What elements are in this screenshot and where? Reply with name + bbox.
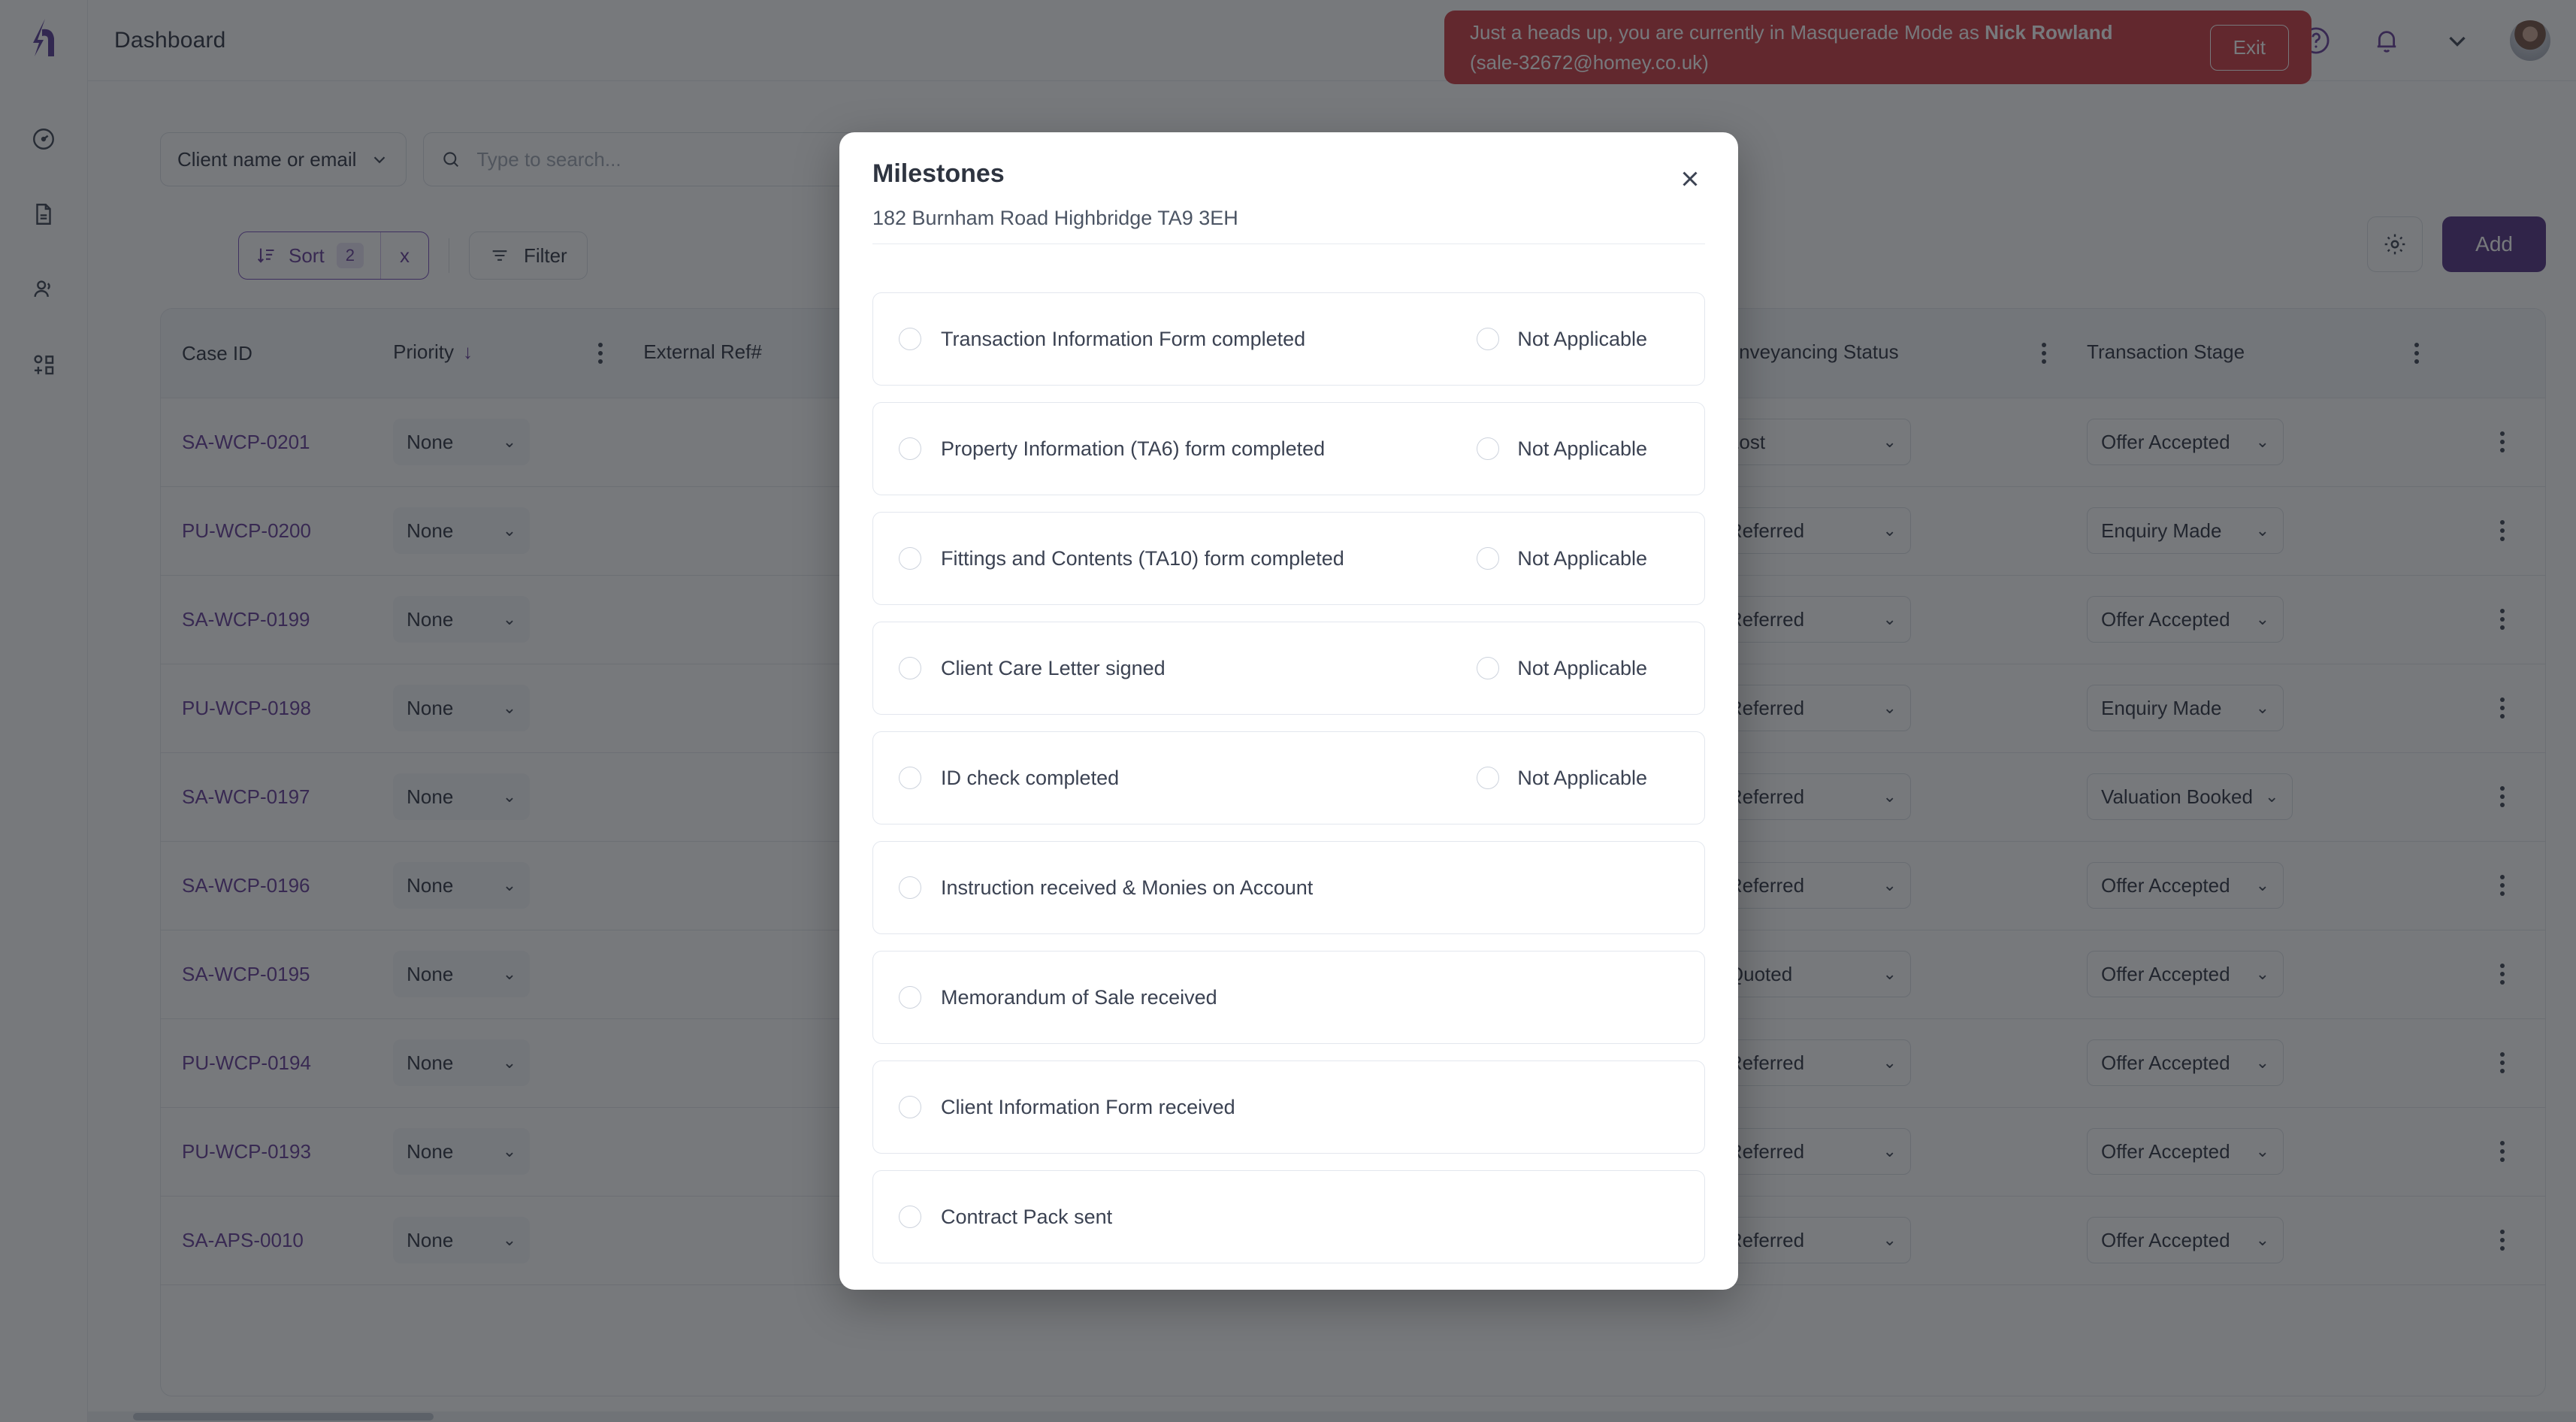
milestone-label: Property Information (TA6) form complete… [941, 437, 1326, 460]
not-applicable-radio[interactable] [1477, 437, 1500, 460]
milestone-label: Fittings and Contents (TA10) form comple… [941, 546, 1344, 570]
milestone-label: Contract Pack sent [941, 1205, 1113, 1228]
milestone-radio[interactable] [899, 876, 921, 899]
not-applicable-label: Not Applicable [1517, 546, 1647, 570]
milestone-label: Client Care Letter signed [941, 656, 1166, 679]
milestone-label: Instruction received & Monies on Account [941, 876, 1314, 899]
milestone-item[interactable]: ID check completed Not Applicable [872, 731, 1705, 824]
not-applicable-radio[interactable] [1477, 657, 1500, 679]
milestone-label: Transaction Information Form completed [941, 327, 1306, 350]
not-applicable-label: Not Applicable [1517, 437, 1647, 460]
milestone-item[interactable]: Contract Pack sent [872, 1170, 1705, 1263]
milestone-item[interactable]: Client Information Form received [872, 1060, 1705, 1154]
not-applicable-radio[interactable] [1477, 328, 1500, 350]
milestone-item[interactable]: Fittings and Contents (TA10) form comple… [872, 512, 1705, 605]
app-root: Dashboard Just a heads up, you ar [0, 0, 2576, 1422]
not-applicable-radio[interactable] [1477, 767, 1500, 789]
milestone-item[interactable]: Transaction Information Form completed No… [872, 292, 1705, 386]
milestone-radio[interactable] [899, 1206, 921, 1228]
not-applicable-label: Not Applicable [1517, 327, 1647, 350]
milestone-radio[interactable] [899, 657, 921, 679]
modal-title: Milestones [872, 159, 1005, 188]
milestones-list: Transaction Information Form completed No… [839, 265, 1738, 1290]
milestone-label: ID check completed [941, 766, 1120, 789]
milestone-item[interactable]: Client Care Letter signed Not Applicable [872, 622, 1705, 715]
modal-header: Milestones 182 Burnham Road Highbridge T… [839, 132, 1738, 265]
milestone-radio[interactable] [899, 1096, 921, 1118]
milestone-radio[interactable] [899, 986, 921, 1009]
close-icon[interactable] [1672, 161, 1708, 197]
milestone-radio[interactable] [899, 328, 921, 350]
not-applicable-label: Not Applicable [1517, 766, 1647, 789]
milestone-item[interactable]: Property Information (TA6) form complete… [872, 402, 1705, 495]
not-applicable-radio[interactable] [1477, 547, 1500, 570]
milestones-modal: Milestones 182 Burnham Road Highbridge T… [839, 132, 1738, 1290]
milestone-radio[interactable] [899, 767, 921, 789]
milestone-radio[interactable] [899, 547, 921, 570]
milestone-label: Client Information Form received [941, 1095, 1235, 1118]
milestone-radio[interactable] [899, 437, 921, 460]
milestone-item[interactable]: Memorandum of Sale received [872, 951, 1705, 1044]
milestone-item[interactable]: Instruction received & Monies on Account [872, 841, 1705, 934]
not-applicable-label: Not Applicable [1517, 656, 1647, 679]
milestone-label: Memorandum of Sale received [941, 985, 1217, 1009]
modal-subtitle-address: 182 Burnham Road Highbridge TA9 3EH [872, 207, 1238, 229]
